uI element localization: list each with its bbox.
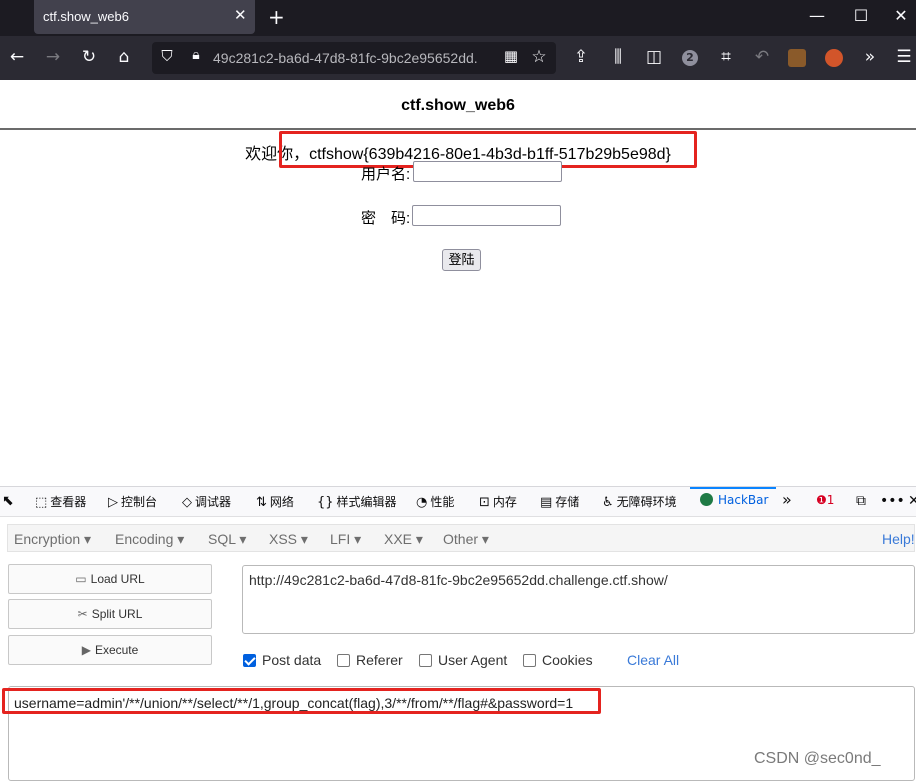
- library-icon[interactable]: ⫼: [607, 47, 629, 67]
- execute-icon: ▶: [81, 643, 91, 657]
- extension-avatar-icon[interactable]: [788, 49, 806, 67]
- login-button[interactable]: 登陆: [442, 249, 481, 271]
- back-icon[interactable]: ←: [6, 47, 28, 67]
- cookies-checkbox[interactable]: Cookies: [523, 652, 593, 668]
- active-tab-indicator: [690, 487, 776, 489]
- divider: [0, 128, 916, 130]
- url-value: http://49c281c2-ba6d-47d8-81fc-9bc2e9565…: [249, 572, 668, 588]
- tab-network[interactable]: ⇅ 网络: [256, 493, 294, 510]
- menu-sql[interactable]: SQL ▾: [208, 531, 246, 548]
- tab-memory[interactable]: ⊡ 内存: [479, 493, 517, 510]
- tab-performance[interactable]: ◔ 性能: [416, 493, 454, 510]
- help-link[interactable]: Help!: [882, 531, 915, 547]
- tab-active[interactable]: ctf.show_web6 ✕: [34, 0, 255, 34]
- memory-icon: ⊡: [479, 495, 490, 510]
- qr-code-icon[interactable]: ▦: [500, 47, 522, 65]
- accessibility-icon: ♿: [602, 495, 614, 510]
- shield-icon[interactable]: ⛉: [156, 47, 178, 65]
- bookmark-star-icon[interactable]: ☆: [528, 47, 550, 67]
- tab-console[interactable]: ▷ 控制台: [108, 493, 157, 510]
- tab-title: ctf.show_web6: [43, 9, 129, 24]
- tab-strip: ctf.show_web6 ✕ + — ☐ ✕: [0, 0, 916, 36]
- inspector-icon: ⬚: [35, 495, 48, 510]
- menu-other[interactable]: Other ▾: [443, 531, 489, 548]
- reload-icon[interactable]: ↻: [78, 47, 100, 67]
- password-input[interactable]: [412, 205, 561, 226]
- post-data-checkbox[interactable]: Post data: [243, 652, 321, 668]
- error-icon: ❶: [816, 493, 827, 507]
- tab-storage[interactable]: ▤ 存储: [540, 493, 579, 510]
- devtools-menu-icon[interactable]: •••: [880, 493, 905, 509]
- notification-badge[interactable]: 2: [682, 50, 698, 66]
- page-title: ctf.show_web6: [401, 97, 515, 114]
- maximize-icon[interactable]: ☐: [846, 6, 876, 25]
- checkbox-unchecked: [337, 654, 350, 667]
- menu-icon[interactable]: ☰: [893, 47, 915, 67]
- clear-all-link[interactable]: Clear All: [627, 652, 679, 668]
- performance-icon: ◔: [416, 495, 428, 510]
- devtools-toolbar: ⬉ ⬚ 查看器 ▷ 控制台 ◇ 调试器 ⇅ 网络 {} 样式编辑器 ◔ 性能 ⊡ 内存 ▤ 存储…: [0, 487, 916, 517]
- split-url-button[interactable]: ✂ Split URL: [8, 599, 212, 629]
- tab-close-icon[interactable]: ✕: [234, 6, 247, 24]
- storage-icon: ▤: [540, 495, 553, 510]
- url-textarea[interactable]: http://49c281c2-ba6d-47d8-81fc-9bc2e9565…: [242, 565, 915, 634]
- close-window-icon[interactable]: ✕: [886, 6, 916, 25]
- minimize-icon[interactable]: —: [802, 6, 832, 25]
- home-icon[interactable]: ⌂: [113, 47, 135, 67]
- sidebar-icon[interactable]: ◫: [643, 47, 665, 67]
- url-bar[interactable]: ⛉ 🔒︎ 49c281c2-ba6d-47d8-81fc-9bc2e95652d…: [152, 42, 556, 74]
- url-text[interactable]: 49c281c2-ba6d-47d8-81fc-9bc2e95652dd.: [213, 50, 494, 66]
- load-url-button[interactable]: ▭ Load URL: [8, 564, 212, 594]
- username-label: 用户名:: [361, 166, 411, 183]
- tab-inspector[interactable]: ⬚ 查看器: [35, 493, 86, 510]
- menu-encoding[interactable]: Encoding ▾: [115, 531, 184, 548]
- hackbar-menu: Encryption ▾ Encoding ▾ SQL ▾ XSS ▾ LFI …: [7, 524, 915, 552]
- console-icon: ▷: [108, 495, 118, 510]
- devtools-panel: ⬉ ⬚ 查看器 ▷ 控制台 ◇ 调试器 ⇅ 网络 {} 样式编辑器 ◔ 性能 ⊡ 内存 ▤ 存储…: [0, 486, 916, 781]
- user-agent-checkbox[interactable]: User Agent: [419, 652, 507, 668]
- forward-icon[interactable]: →: [42, 47, 64, 67]
- debugger-icon: ◇: [182, 495, 192, 510]
- menu-encryption[interactable]: Encryption ▾: [14, 531, 91, 548]
- load-url-icon: ▭: [75, 572, 87, 586]
- payload-highlight-box: [2, 688, 601, 714]
- overflow-chevron-icon[interactable]: »: [859, 47, 881, 67]
- devtools-close-icon[interactable]: ✕: [908, 493, 916, 509]
- menu-lfi[interactable]: LFI ▾: [330, 531, 361, 548]
- tab-debugger[interactable]: ◇ 调试器: [182, 493, 231, 510]
- network-icon: ⇅: [256, 495, 267, 510]
- watermark: CSDN @sec0nd_: [754, 750, 881, 767]
- username-input[interactable]: [413, 161, 562, 182]
- error-count-badge[interactable]: ❶1: [816, 493, 834, 507]
- lock-icon[interactable]: 🔒︎: [185, 47, 207, 63]
- style-editor-icon: {}: [317, 495, 334, 510]
- element-picker-icon[interactable]: ⬉: [2, 493, 14, 509]
- tab-hackbar[interactable]: HackBar: [700, 493, 768, 507]
- crop-icon[interactable]: ⌗: [715, 47, 737, 67]
- menu-xss[interactable]: XSS ▾: [269, 531, 308, 548]
- dock-icon[interactable]: ⧉: [856, 493, 866, 509]
- tab-accessibility[interactable]: ♿ 无障碍环境: [602, 493, 677, 510]
- undo-icon[interactable]: ↶: [751, 47, 773, 67]
- execute-button[interactable]: ▶ Execute: [8, 635, 212, 665]
- scissors-icon: ✂: [77, 607, 88, 621]
- checkbox-unchecked: [419, 654, 432, 667]
- checkbox-checked: [243, 654, 256, 667]
- checkbox-unchecked: [523, 654, 536, 667]
- password-label: 密 码:: [361, 210, 411, 227]
- menu-xxe[interactable]: XXE ▾: [384, 531, 423, 548]
- more-tabs-icon[interactable]: »: [782, 490, 792, 509]
- new-tab-button[interactable]: +: [268, 5, 285, 29]
- nav-bar: ← → ↻ ⌂ ⛉ 🔒︎ 49c281c2-ba6d-47d8-81fc-9bc…: [0, 36, 916, 80]
- referer-checkbox[interactable]: Referer: [337, 652, 403, 668]
- extension-fox-icon[interactable]: [825, 49, 843, 67]
- hackbar-icon: [700, 493, 713, 506]
- tab-style-editor[interactable]: {} 样式编辑器: [317, 493, 397, 510]
- pocket-icon[interactable]: ⇪: [570, 47, 592, 67]
